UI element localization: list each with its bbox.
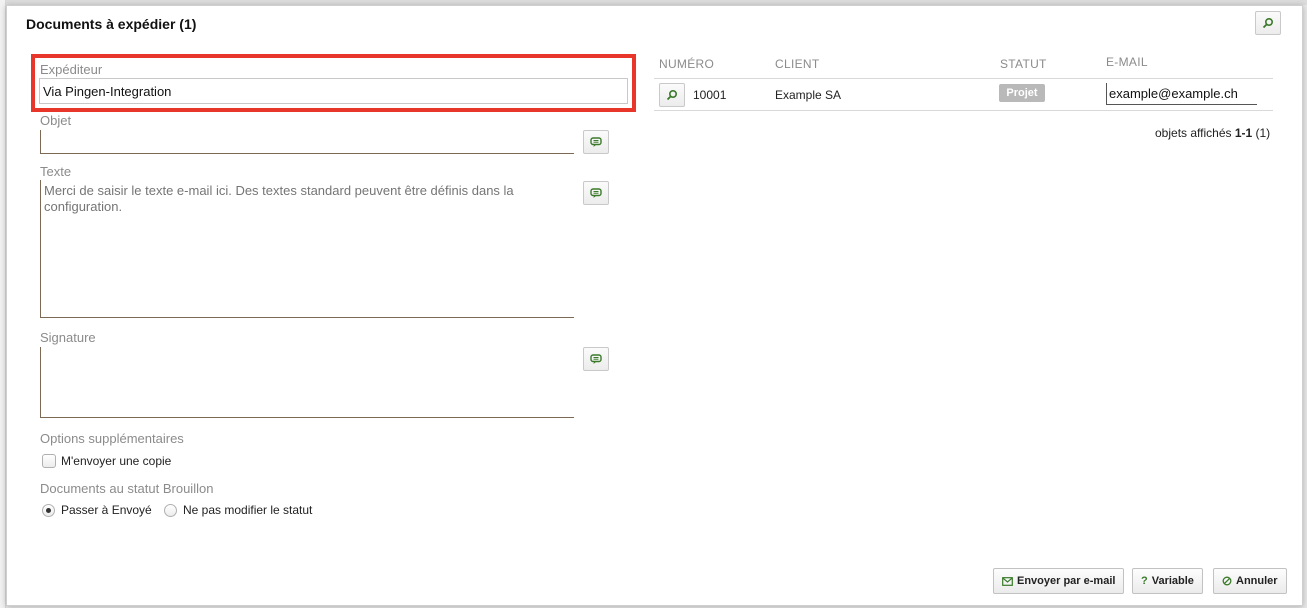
cancel-label: Annuler <box>1236 575 1278 587</box>
options-label: Options supplémentaires <box>40 431 184 446</box>
variable-label: Variable <box>1151 575 1194 587</box>
radio-set-sent[interactable]: Passer à Envoyé <box>42 503 152 517</box>
sender-label: Expéditeur <box>40 62 103 77</box>
objects-count: objets affichés 1-1 (1) <box>1155 126 1270 140</box>
subject-template-button[interactable] <box>583 130 609 154</box>
send-copy-checkbox[interactable]: M'envoyer une copie <box>42 454 171 468</box>
dialog-title: Documents à expédier (1) <box>26 16 197 32</box>
table-row-divider <box>654 110 1273 111</box>
radio-button[interactable] <box>164 503 177 517</box>
send-copy-label: M'envoyer une copie <box>61 454 172 468</box>
variable-button[interactable]: ? Variable <box>1132 568 1203 594</box>
count-range: 1-1 <box>1234 126 1253 140</box>
draft-status-label: Documents au statut Brouillon <box>40 481 214 496</box>
cancel-button[interactable]: Annuler <box>1213 568 1287 594</box>
dialog-search-button[interactable] <box>1255 11 1281 35</box>
column-header-number[interactable]: NUMÉRO <box>659 57 714 71</box>
envelope-icon <box>1002 576 1013 586</box>
radio-keep-status-label: Ne pas modifier le statut <box>183 503 313 517</box>
send-email-label: Envoyer par e-mail <box>1017 575 1116 587</box>
search-icon <box>666 89 678 101</box>
signature-area[interactable] <box>40 347 574 418</box>
text-template-button[interactable] <box>583 181 609 205</box>
subject-field[interactable] <box>40 130 574 154</box>
count-prefix: objets affichés <box>1155 126 1235 140</box>
send-documents-dialog: Documents à expédier (1) Expéditeur Obje… <box>6 5 1303 606</box>
count-total: (1) <box>1252 126 1271 140</box>
text-area[interactable] <box>40 180 574 318</box>
comment-icon <box>590 136 602 147</box>
radio-keep-status[interactable]: Ne pas modifier le statut <box>164 503 312 517</box>
comment-icon <box>590 187 602 198</box>
radio-set-sent-label: Passer à Envoyé <box>61 503 152 517</box>
column-header-status[interactable]: STATUT <box>1000 57 1047 71</box>
column-header-client[interactable]: CLIENT <box>775 57 819 71</box>
signature-label: Signature <box>40 330 96 345</box>
row-client: Example SA <box>775 88 842 102</box>
subject-label: Objet <box>40 113 72 128</box>
open-document-button[interactable] <box>659 83 685 107</box>
question-icon: ? <box>1141 575 1148 587</box>
column-header-email[interactable]: E-MAIL <box>1106 55 1148 69</box>
radio-button-selected[interactable] <box>42 503 55 517</box>
comment-icon <box>590 353 602 364</box>
text-label: Texte <box>40 164 72 179</box>
table-header-divider <box>654 78 1273 79</box>
signature-template-button[interactable] <box>583 347 609 371</box>
search-icon <box>1262 17 1274 29</box>
status-badge: Projet <box>999 84 1045 102</box>
send-email-button[interactable]: Envoyer par e-mail <box>993 568 1125 594</box>
cancel-icon <box>1222 576 1232 586</box>
email-field[interactable] <box>1106 83 1257 105</box>
row-number: 10001 <box>693 88 727 102</box>
checkbox-box[interactable] <box>42 454 56 468</box>
sender-field[interactable] <box>39 78 628 104</box>
